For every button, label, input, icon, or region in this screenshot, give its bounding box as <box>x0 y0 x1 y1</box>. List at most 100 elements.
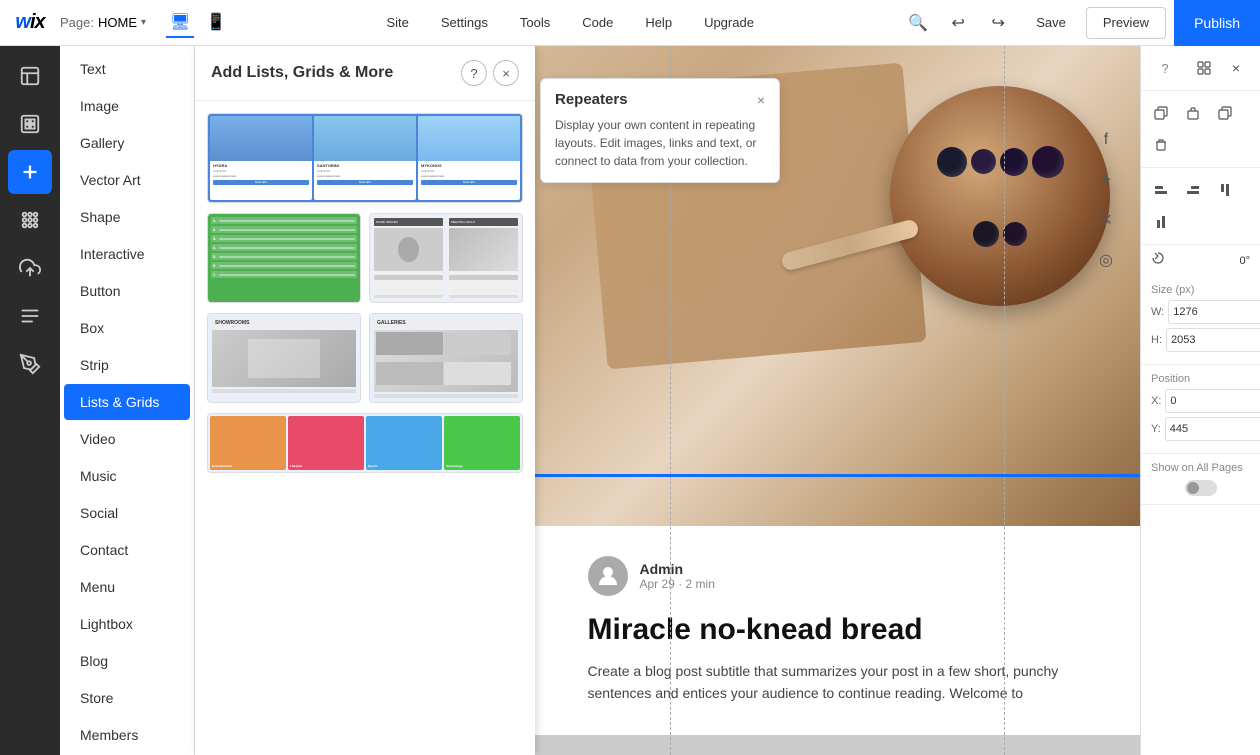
hydra-label: HYDRA <box>213 163 309 168</box>
showrooms-thumb[interactable]: SHOWROOMS <box>207 313 361 403</box>
rotate-value: 0° <box>1239 255 1250 267</box>
desktop-icon[interactable]: 🖥 <box>166 8 194 38</box>
chevron-down-icon: ▾ <box>141 17 146 28</box>
redo-icon[interactable]: ↪ <box>980 5 1016 41</box>
modal-help-button[interactable]: ? <box>461 60 487 86</box>
add-button-item[interactable]: Button <box>64 273 190 309</box>
add-strip-item[interactable]: Strip <box>64 347 190 383</box>
blog-excerpt: Create a blog post subtitle that summari… <box>588 660 1088 705</box>
selection-bar <box>535 474 1140 477</box>
x-input[interactable] <box>1165 389 1260 413</box>
menu-tools[interactable]: Tools <box>504 0 566 46</box>
blog-author: Admin Apr 29 · 2 min <box>588 556 1088 596</box>
align-left-icon[interactable] <box>1147 176 1175 204</box>
card-grid-thumb-1[interactable]: HYDRA AVE $100 Lorem ipsum text Book Now… <box>207 113 523 203</box>
add-social-item[interactable]: Social <box>64 495 190 531</box>
tooltip-title: Repeaters <box>555 91 628 108</box>
add-music-item[interactable]: Music <box>64 458 190 494</box>
mobile-icon[interactable]: 📱 <box>202 8 230 38</box>
blog-author-info: Admin Apr 29 · 2 min <box>640 561 715 591</box>
right-panel-grid-icon[interactable] <box>1190 54 1218 82</box>
zoom-out-icon[interactable]: 🔍 <box>900 5 936 41</box>
add-shape-item[interactable]: Shape <box>64 199 190 235</box>
entertainment-cat: Entertainment <box>210 416 286 470</box>
right-panel-close-icon[interactable]: × <box>1222 54 1250 82</box>
height-row: H: <box>1151 328 1250 352</box>
width-input[interactable] <box>1168 300 1260 324</box>
left-sidebar <box>0 46 60 755</box>
right-panel-edit-icons <box>1141 91 1260 168</box>
size-label: Size (px) <box>1151 284 1250 296</box>
toggle-inner <box>1187 482 1199 494</box>
menu-site[interactable]: Site <box>370 0 424 46</box>
blog-author-name: Admin <box>640 561 715 577</box>
add-blog-item[interactable]: Blog <box>64 643 190 679</box>
copy-style-icon[interactable] <box>1147 99 1175 127</box>
add-vectorart-item[interactable]: Vector Art <box>64 162 190 198</box>
paste-style-icon[interactable] <box>1179 99 1207 127</box>
y-input[interactable] <box>1165 417 1260 441</box>
add-video-item[interactable]: Video <box>64 421 190 457</box>
page-label: Page: <box>60 15 94 30</box>
add-lists-grids-item[interactable]: Lists & Grids <box>64 384 190 420</box>
add-lightbox-item[interactable]: Lightbox <box>64 606 190 642</box>
design-sidebar-btn[interactable] <box>8 102 52 146</box>
add-interactive-item[interactable]: Interactive <box>64 236 190 272</box>
instagram-icon[interactable]: ◎ <box>1092 246 1120 274</box>
galleries-thumb[interactable]: GALLERIES <box>369 313 523 403</box>
menu-upgrade[interactable]: Upgrade <box>688 0 770 46</box>
tooltip-close-button[interactable]: × <box>757 92 765 108</box>
preview-button[interactable]: Preview <box>1086 7 1166 39</box>
add-contact-item[interactable]: Contact <box>64 532 190 568</box>
height-input[interactable] <box>1166 328 1260 352</box>
align-top-icon[interactable] <box>1211 176 1239 204</box>
show-all-pages-toggle[interactable] <box>1185 480 1217 496</box>
add-menu-item[interactable]: Menu <box>64 569 190 605</box>
tooltip-header: Repeaters × <box>555 91 765 108</box>
publish-button[interactable]: Publish <box>1174 0 1260 46</box>
tooltip-body: Display your own content in repeating la… <box>555 116 765 170</box>
repeaters-tooltip: Repeaters × Display your own content in … <box>540 78 780 183</box>
upload-sidebar-btn[interactable] <box>8 246 52 290</box>
save-button[interactable]: Save <box>1020 7 1082 39</box>
blog-sidebar-btn[interactable] <box>8 294 52 338</box>
modal-header-icons: ? × <box>461 60 519 86</box>
undo-icon[interactable]: ↩ <box>940 5 976 41</box>
pinterest-icon[interactable]: ✦ <box>1092 166 1120 194</box>
align-bottom-icon[interactable] <box>1147 208 1175 236</box>
add-sidebar-btn[interactable] <box>8 150 52 194</box>
add-gallery-item[interactable]: Gallery <box>64 125 190 161</box>
delete-icon[interactable] <box>1147 131 1175 159</box>
grid-row-list: 1. 2. 3. 4. 5. 6. 7. MORE SPACES <box>207 213 523 303</box>
canvas-blog-area: Admin Apr 29 · 2 min Miracle no-knead br… <box>535 526 1140 735</box>
add-box-item[interactable]: Box <box>64 310 190 346</box>
add-members-item[interactable]: Members <box>64 717 190 753</box>
y-label: Y: <box>1151 423 1161 435</box>
right-panel-help-icon[interactable]: ? <box>1151 54 1179 82</box>
modal-close-button[interactable]: × <box>493 60 519 86</box>
add-store-item[interactable]: Store <box>64 680 190 716</box>
add-panel: Text Image Gallery Vector Art Shape Inte… <box>60 46 195 755</box>
pages-sidebar-btn[interactable] <box>8 54 52 98</box>
category-grid-thumb[interactable]: Entertainment Lifestyle Sports Technolog… <box>207 413 523 473</box>
app-market-sidebar-btn[interactable] <box>8 198 52 242</box>
add-text-item[interactable]: Text <box>64 51 190 87</box>
page-info[interactable]: Page: HOME ▾ <box>60 15 146 30</box>
menu-settings[interactable]: Settings <box>425 0 504 46</box>
duplicate-icon[interactable] <box>1211 99 1239 127</box>
numbered-list-thumb[interactable]: 1. 2. 3. 4. 5. 6. 7. <box>207 213 361 303</box>
x-row: X: <box>1151 389 1250 413</box>
santorini-label: SANTORINI <box>317 163 413 168</box>
position-label: Position <box>1151 373 1250 385</box>
grid-row-categories: Entertainment Lifestyle Sports Technolog… <box>207 413 523 473</box>
menu-help[interactable]: Help <box>629 0 688 46</box>
align-right-icon[interactable] <box>1179 176 1207 204</box>
menu-code[interactable]: Code <box>566 0 629 46</box>
vector-sidebar-btn[interactable] <box>8 342 52 386</box>
rotate-icon <box>1151 251 1165 270</box>
two-col-thumb[interactable]: MORE SPACES MEETING HALLS <box>369 213 523 303</box>
avatar <box>588 556 628 596</box>
twitter-icon[interactable]: ✕ <box>1092 206 1120 234</box>
facebook-icon[interactable]: f <box>1092 126 1120 154</box>
add-image-item[interactable]: Image <box>64 88 190 124</box>
